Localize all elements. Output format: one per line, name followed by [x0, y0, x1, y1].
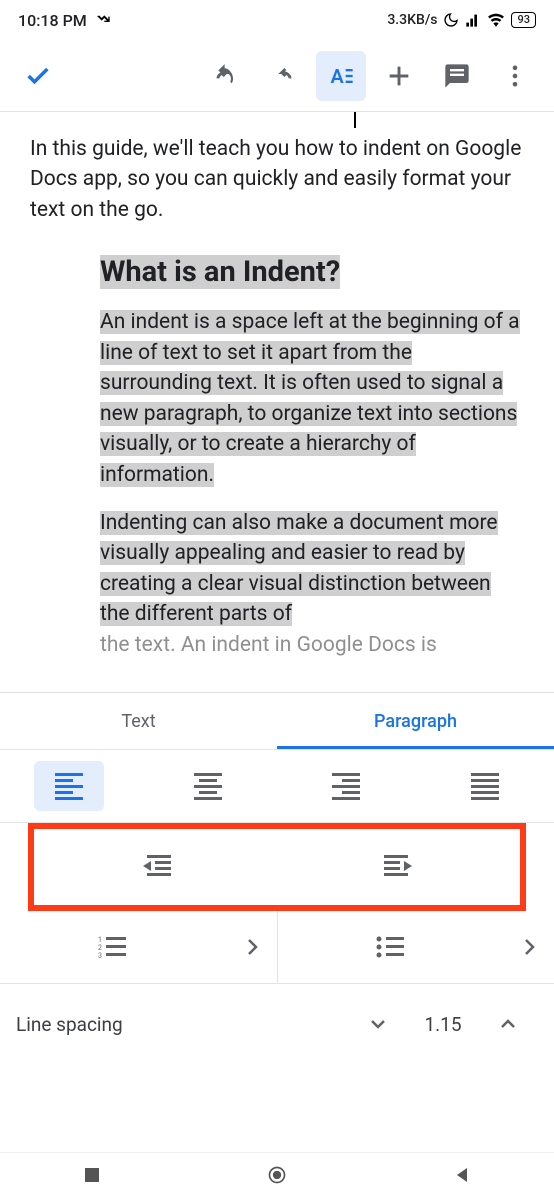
line-spacing-decrease-button[interactable] [348, 1014, 408, 1034]
doc-p1[interactable]: An indent is a space left at the beginni… [100, 307, 524, 490]
chevron-right-icon [246, 937, 258, 957]
doc-intro[interactable]: In this guide, we'll teach you how to in… [30, 134, 524, 225]
increase-indent-icon [382, 853, 416, 881]
align-right-button[interactable] [311, 761, 381, 811]
status-bar: 10:18 PM 3.3KB/s 93 [0, 0, 554, 40]
list-row: 1 2 3 [0, 911, 554, 983]
line-spacing-increase-button[interactable] [478, 1014, 538, 1034]
app-toolbar: A [0, 40, 554, 112]
nav-home-button[interactable] [267, 1165, 287, 1189]
nav-recent-button[interactable] [82, 1165, 102, 1189]
undo-button[interactable] [200, 51, 250, 101]
align-left-button[interactable] [34, 761, 104, 811]
insert-button[interactable] [374, 51, 424, 101]
panel-tabs: Text Paragraph [0, 693, 554, 749]
bulleted-list-more-button[interactable] [504, 937, 554, 957]
document-canvas[interactable]: In this guide, we'll teach you how to in… [0, 112, 554, 692]
numbered-list-button[interactable]: 1 2 3 [0, 935, 227, 959]
status-netspeed: 3.3KB/s [387, 12, 437, 28]
redo-button[interactable] [258, 51, 308, 101]
bulleted-list-icon [376, 935, 406, 959]
comment-button[interactable] [432, 51, 482, 101]
chevron-up-icon [498, 1014, 518, 1034]
android-nav-bar [0, 1152, 554, 1200]
signal-icon [465, 12, 481, 28]
missed-call-icon [95, 12, 111, 28]
decrease-indent-button[interactable] [34, 829, 277, 905]
chevron-right-icon [523, 937, 535, 957]
decrease-indent-icon [139, 853, 173, 881]
doc-p2[interactable]: Indenting can also make a document more … [100, 508, 524, 660]
format-panel: Text Paragraph [0, 692, 554, 1064]
line-spacing-value: 1.15 [408, 1013, 478, 1036]
wifi-icon [487, 11, 505, 29]
svg-text:2: 2 [98, 944, 102, 952]
format-button[interactable]: A [316, 51, 366, 101]
nav-back-button[interactable] [452, 1165, 472, 1189]
triangle-left-icon [452, 1165, 472, 1185]
svg-text:1: 1 [98, 936, 102, 944]
text-cursor [354, 112, 356, 128]
circle-icon [267, 1165, 287, 1185]
increase-indent-button[interactable] [277, 829, 520, 905]
align-justify-button[interactable] [450, 761, 520, 811]
bulleted-list-button[interactable] [278, 935, 505, 959]
status-time: 10:18 PM [18, 11, 87, 30]
numbered-list-more-button[interactable] [227, 937, 277, 957]
tab-paragraph[interactable]: Paragraph [277, 693, 554, 749]
svg-text:3: 3 [98, 952, 102, 959]
chevron-down-icon [368, 1014, 388, 1034]
square-icon [82, 1165, 102, 1185]
more-button[interactable] [490, 51, 540, 101]
alignment-row [0, 750, 554, 822]
line-spacing-row: Line spacing 1.15 [0, 984, 554, 1064]
doc-heading[interactable]: What is an Indent? [100, 255, 524, 289]
tab-text[interactable]: Text [0, 693, 277, 749]
numbered-list-icon: 1 2 3 [98, 935, 128, 959]
svg-text:A: A [331, 65, 345, 88]
line-spacing-label: Line spacing [16, 1013, 348, 1036]
battery-indicator: 93 [511, 12, 536, 28]
confirm-button[interactable] [13, 51, 63, 101]
align-center-button[interactable] [173, 761, 243, 811]
moon-icon [443, 12, 459, 28]
indent-row-highlight [28, 823, 526, 911]
